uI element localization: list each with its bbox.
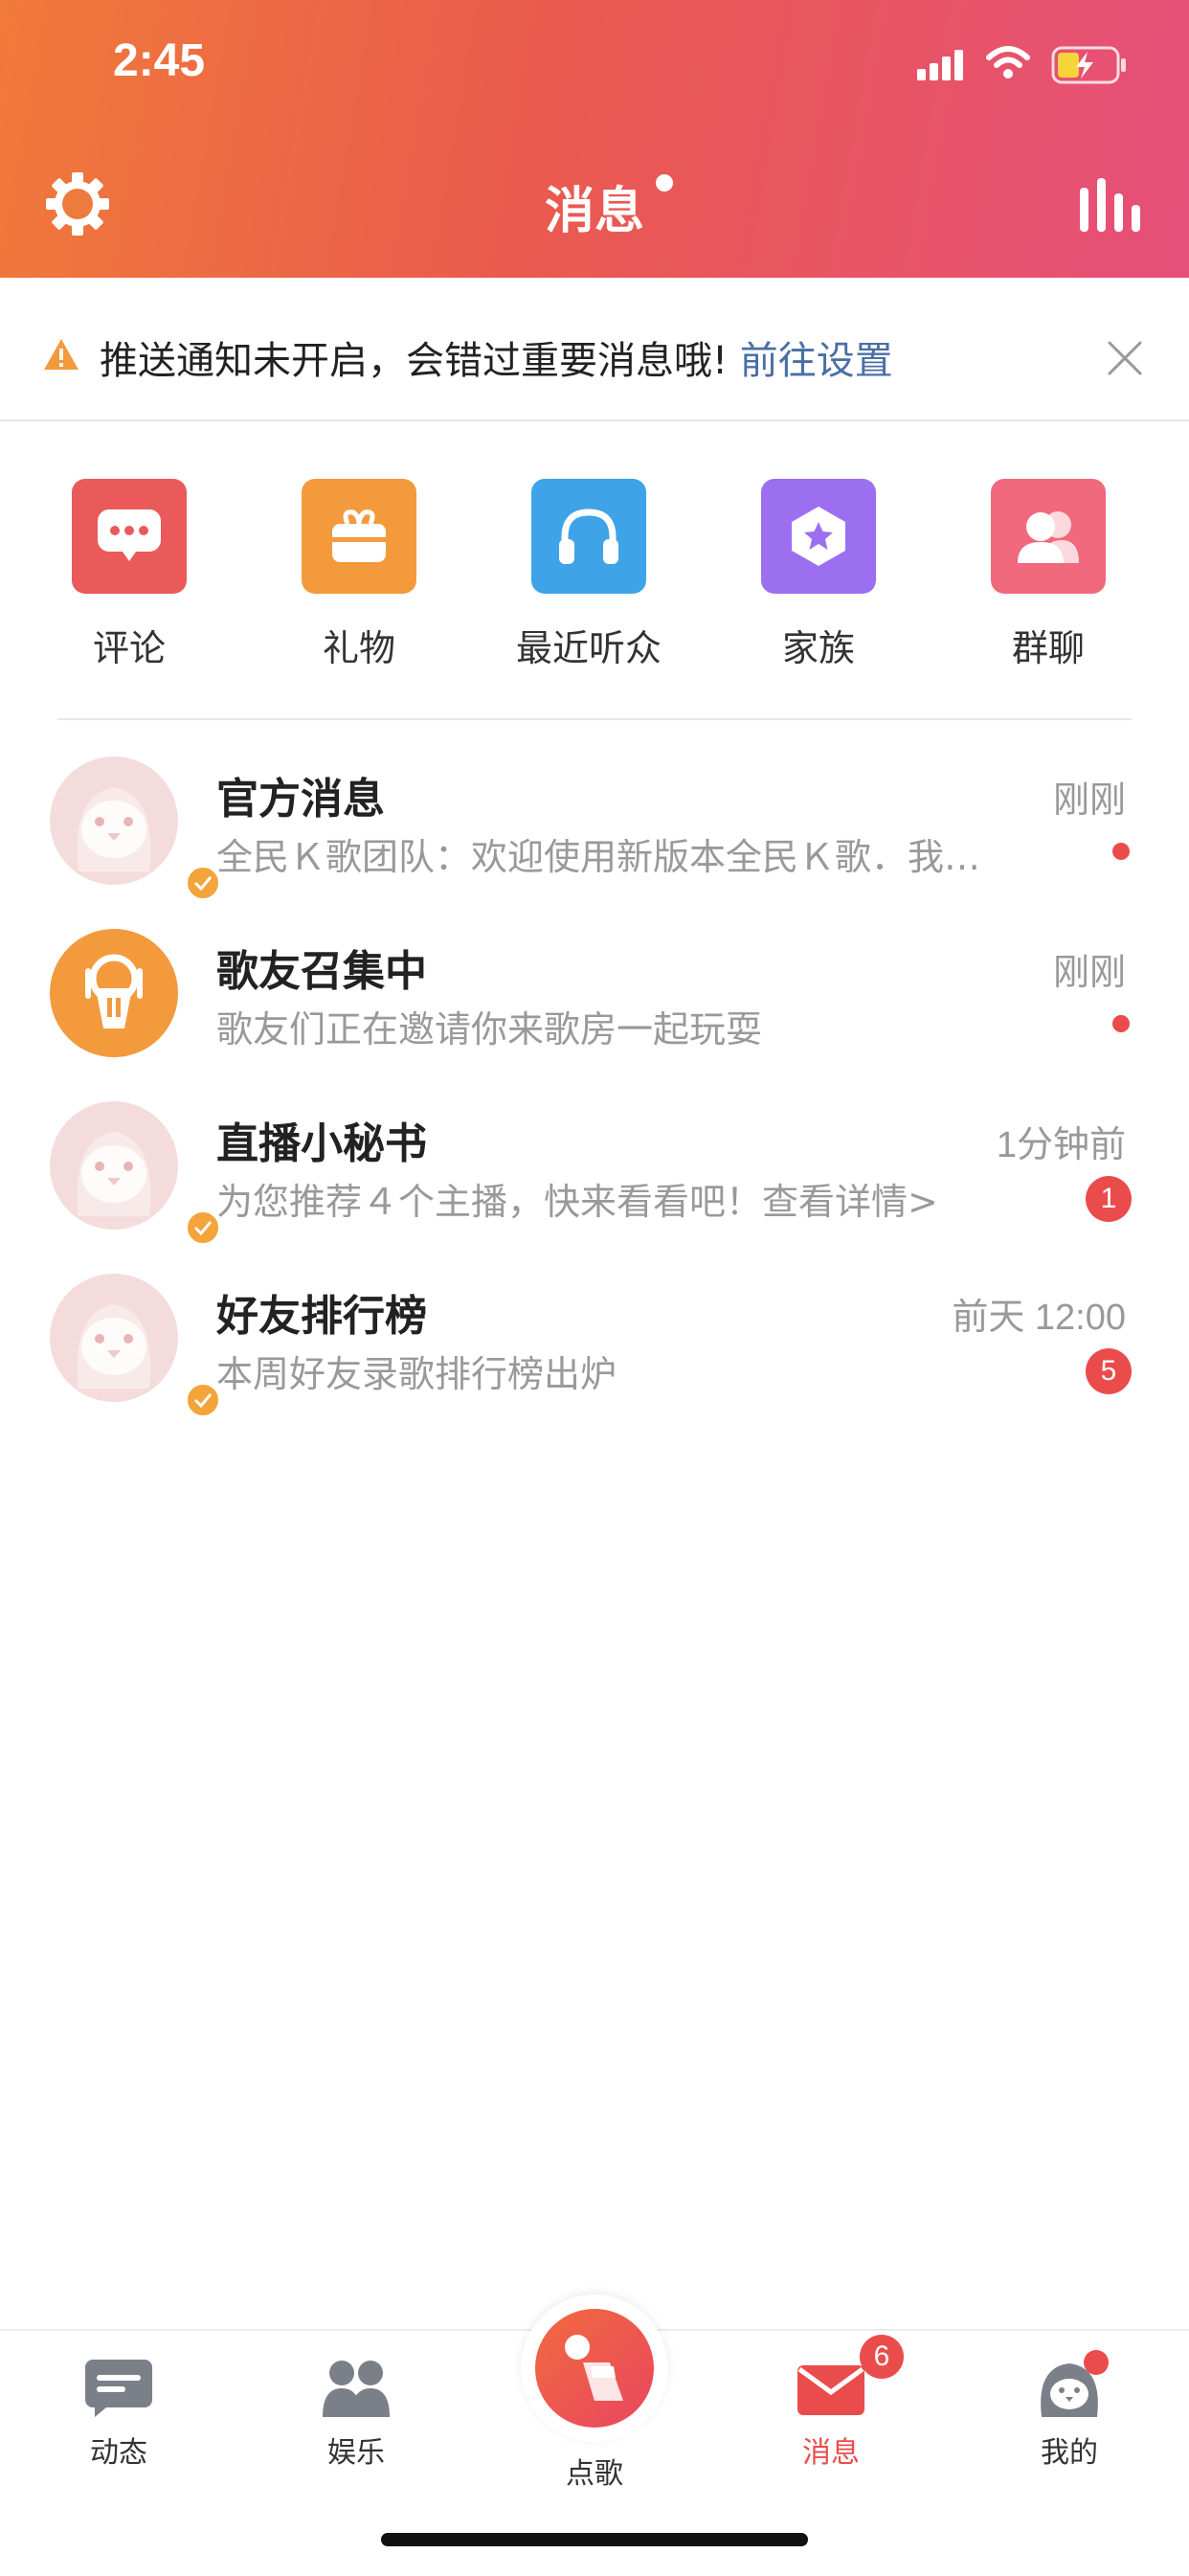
unread-count-badge: 5 <box>1086 1348 1132 1394</box>
tab-me[interactable]: 我的 <box>983 2358 1155 2471</box>
tab-feed[interactable]: 动态 <box>33 2358 205 2471</box>
profile-unread-dot <box>1084 2350 1109 2375</box>
mascot-avatar-icon <box>77 787 151 871</box>
section-divider <box>57 718 1132 720</box>
push-notice-banner: 推送通知未开启，会错过重要消息哦! 前往设置 <box>0 278 1189 421</box>
go-to-settings-link[interactable]: 前往设置 <box>740 339 893 383</box>
quick-action-label: 家族 <box>781 627 855 669</box>
message-row-singer-gathering[interactable]: 歌友召集中 歌友们正在邀请你来歌房一起玩耍 刚刚 <box>0 910 1189 1082</box>
message-time: 1分钟前 <box>996 1125 1126 1165</box>
microphone-icon <box>535 2309 654 2428</box>
tab-label: 我的 <box>1041 2436 1098 2470</box>
status-time: 2:45 <box>113 35 206 86</box>
headphones-icon <box>531 479 646 594</box>
tab-entertainment[interactable]: 娱乐 <box>270 2358 442 2471</box>
unread-dot <box>1112 1015 1130 1032</box>
avatar <box>50 929 178 1057</box>
quick-action-label: 最近听众 <box>515 627 662 669</box>
message-time: 刚刚 <box>1052 780 1126 821</box>
unread-count-badge: 1 <box>1086 1176 1132 1222</box>
quick-action-group-chat[interactable]: 群聊 <box>933 479 1163 671</box>
notice-message: 推送通知未开启，会错过重要消息哦! <box>100 339 729 383</box>
wifi-icon <box>986 46 1030 79</box>
page-title: 消息 <box>544 183 644 240</box>
quick-action-label: 群聊 <box>1011 627 1085 669</box>
quick-action-recent-listeners[interactable]: 最近听众 <box>474 479 704 671</box>
home-indicator <box>381 2533 808 2546</box>
mail-icon <box>797 2365 864 2415</box>
message-row-friend-ranking[interactable]: 好友排行榜 本周好友录歌排行榜出炉 前天 12:00 5 <box>0 1254 1189 1427</box>
tab-label: 点歌 <box>566 2457 623 2491</box>
tab-sing[interactable] <box>521 2294 668 2442</box>
quick-action-label: 礼物 <box>322 627 395 669</box>
quick-action-gifts[interactable]: 礼物 <box>244 479 474 671</box>
message-preview: 为您推荐４个主播，快来看看吧！查看详情> <box>216 1181 938 1223</box>
quick-action-label: 评论 <box>92 627 166 669</box>
gift-icon <box>302 479 416 594</box>
push-notice-text: 推送通知未开启，会错过重要消息哦! 前往设置 <box>100 329 893 385</box>
quick-action-family[interactable]: 家族 <box>704 479 933 671</box>
tab-label: 娱乐 <box>327 2436 385 2470</box>
message-row-live-assistant[interactable]: 直播小秘书 为您推荐４个主播，快来看看吧！查看详情> 1分钟前 1 <box>0 1082 1189 1254</box>
tab-label: 消息 <box>802 2436 860 2470</box>
messages-count-badge: 6 <box>860 2335 904 2379</box>
unread-dot <box>1112 843 1130 860</box>
mascot-avatar-icon <box>77 1132 151 1216</box>
message-preview: 歌友们正在邀请你来歌房一起玩耍 <box>216 1008 763 1051</box>
signal-icon <box>917 50 963 80</box>
message-title: 直播小秘书 <box>216 1119 427 1168</box>
title-unread-dot <box>656 174 673 192</box>
avatar <box>50 757 222 902</box>
music-bars-icon[interactable] <box>1078 178 1145 232</box>
message-preview: 本周好友录歌排行榜出炉 <box>216 1353 617 1395</box>
message-title: 官方消息 <box>216 775 385 824</box>
mascot-avatar-icon <box>77 1304 151 1389</box>
quick-action-comments[interactable]: 评论 <box>14 479 244 671</box>
warning-icon <box>44 339 79 370</box>
people-icon <box>323 2361 390 2417</box>
tab-label: 动态 <box>90 2436 147 2470</box>
message-time: 前天 12:00 <box>952 1298 1126 1338</box>
header-bar: 2:45 消息 <box>0 0 1189 278</box>
family-icon <box>761 479 876 594</box>
message-time: 刚刚 <box>1052 953 1126 993</box>
comment-icon <box>72 479 187 594</box>
avatar <box>50 1101 222 1247</box>
battery-icon <box>1051 46 1126 84</box>
close-icon[interactable] <box>1106 339 1144 377</box>
message-title: 好友排行榜 <box>216 1292 427 1341</box>
message-preview: 全民Ｋ歌团队：欢迎使用新版本全民Ｋ歌．我… <box>216 836 981 878</box>
avatar <box>50 1274 222 1419</box>
feed-icon <box>85 2360 152 2417</box>
message-row-official[interactable]: 官方消息 全民Ｋ歌团队：欢迎使用新版本全民Ｋ歌．我… 刚刚 <box>0 737 1189 910</box>
group-chat-icon <box>991 479 1106 594</box>
message-title: 歌友召集中 <box>216 947 427 996</box>
microphone-room-icon <box>85 954 143 1028</box>
